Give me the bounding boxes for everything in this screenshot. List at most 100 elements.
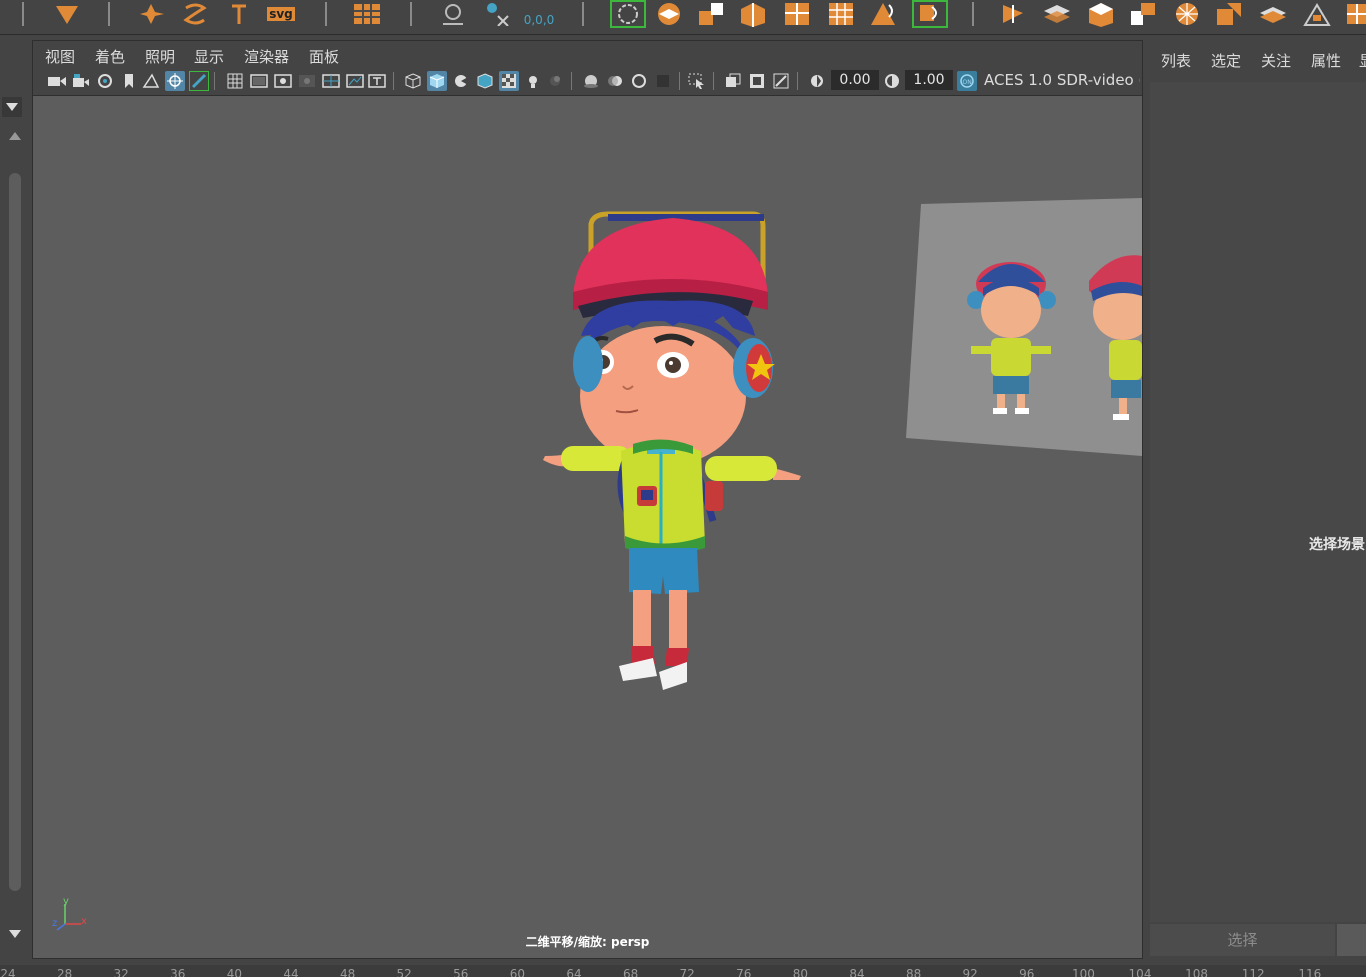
cluster-icon[interactable] xyxy=(136,0,166,28)
safe-action-icon[interactable] xyxy=(345,71,365,91)
ruler-tick-label: 28 xyxy=(56,967,73,977)
shelf-toolbar: svg 0,0,0 xyxy=(0,0,1366,35)
ruler-tick-label: 100 xyxy=(1071,967,1095,977)
anti-aliasing-icon[interactable] xyxy=(629,71,649,91)
menu-shading[interactable]: 着色 xyxy=(95,46,125,67)
boolean-icon[interactable] xyxy=(1086,0,1116,28)
bookmark-icon[interactable] xyxy=(119,71,139,91)
menu-renderer[interactable]: 渲染器 xyxy=(244,46,289,67)
bridge-icon[interactable] xyxy=(738,0,768,28)
textured-icon[interactable] xyxy=(499,71,519,91)
toolbar-separator xyxy=(393,72,394,90)
collapse-arrow-icon[interactable] xyxy=(2,97,22,117)
quad-draw-icon[interactable]: 0,0,0 xyxy=(524,0,555,28)
outliner-body[interactable]: 选择场景 xyxy=(1150,82,1366,922)
ambient-occlusion-icon[interactable] xyxy=(581,71,601,91)
menu-view[interactable]: 视图 xyxy=(45,46,75,67)
select-button[interactable]: 选择 xyxy=(1150,924,1335,956)
scroll-up-icon[interactable] xyxy=(9,125,21,144)
sphere-icon[interactable] xyxy=(1172,0,1202,28)
view-transform-dropdown[interactable]: ACES 1.0 SDR-video (s xyxy=(984,71,1140,89)
combine-icon[interactable] xyxy=(868,0,898,28)
field-chart-icon[interactable] xyxy=(321,71,341,91)
ruler-tick-label: 88 xyxy=(905,967,922,977)
ruler-tick-label: 80 xyxy=(792,967,809,977)
cube-icon[interactable] xyxy=(1214,0,1244,28)
cut-icon[interactable] xyxy=(482,0,512,28)
ruler-tick-label: 40 xyxy=(226,967,243,977)
use-default-material-icon[interactable] xyxy=(451,71,471,91)
select-camera-icon[interactable] xyxy=(47,71,67,91)
reference-image-plane[interactable] xyxy=(906,198,1153,456)
3d-viewport[interactable]: y x z xyxy=(33,96,1153,958)
isolate-select-icon[interactable] xyxy=(687,71,707,91)
soft-select-icon[interactable] xyxy=(438,0,468,28)
exposure-field[interactable]: 0.00 xyxy=(831,70,879,90)
toolbar-separator xyxy=(713,72,714,90)
menu-lighting[interactable]: 照明 xyxy=(145,46,175,67)
tab-selected[interactable]: 选定 xyxy=(1211,50,1241,71)
image-plane-icon[interactable] xyxy=(141,71,161,91)
xray-icon[interactable] xyxy=(723,71,743,91)
camera-attributes-icon[interactable] xyxy=(71,71,91,91)
film-gate-icon[interactable] xyxy=(249,71,269,91)
shelf-extra-icon[interactable] xyxy=(1342,0,1366,28)
ruler-tick-label: 52 xyxy=(396,967,412,977)
character-model[interactable] xyxy=(543,211,801,690)
motion-blur-icon[interactable] xyxy=(605,71,625,91)
merge-icon[interactable] xyxy=(826,0,856,28)
viewport-panel: 视图 着色 照明 显示 渲染器 面板 0.00 1.00 ON ACES 1.0… xyxy=(32,40,1153,959)
select-button-secondary[interactable] xyxy=(1337,924,1366,956)
select-cycle-icon[interactable] xyxy=(610,0,646,28)
ruler-tick-label: 76 xyxy=(736,967,752,977)
gamma-field[interactable]: 1.00 xyxy=(905,70,953,90)
viewport-menu-bar: 视图 着色 照明 显示 渲染器 面板 xyxy=(33,41,1142,67)
text-tool-icon[interactable] xyxy=(224,0,254,28)
lights-icon[interactable] xyxy=(523,71,543,91)
smooth-shade-icon[interactable] xyxy=(427,71,447,91)
smooth-icon[interactable] xyxy=(1042,0,1072,28)
gamma-icon[interactable] xyxy=(882,71,902,91)
wireframe-on-shaded-icon[interactable] xyxy=(475,71,495,91)
separate-icon[interactable] xyxy=(912,0,948,28)
grease-pencil-icon[interactable] xyxy=(189,71,209,91)
append-icon[interactable] xyxy=(782,0,812,28)
grid-fill-icon[interactable] xyxy=(352,0,382,28)
safe-title-icon[interactable] xyxy=(367,71,387,91)
scene-render xyxy=(56,198,1153,931)
time-ruler[interactable]: 24 28 32 36 40 44 48 52 56 60 64 68 72 76 80 84 88 92 96 10… xyxy=(0,965,1366,977)
left-scrollbar[interactable] xyxy=(9,173,21,891)
resolution-gate-icon[interactable] xyxy=(273,71,293,91)
curve-warp-icon[interactable] xyxy=(180,0,210,28)
ruler-tick-label: 64 xyxy=(566,967,582,977)
menu-panels[interactable]: 面板 xyxy=(309,46,339,67)
wireframe-icon[interactable] xyxy=(403,71,423,91)
shelf-separator xyxy=(325,2,327,26)
shadows-icon[interactable] xyxy=(545,71,565,91)
xray-components-icon[interactable] xyxy=(771,71,791,91)
triangulate-icon[interactable] xyxy=(1128,0,1158,28)
tab-focus[interactable]: 关注 xyxy=(1261,50,1291,71)
plane-icon[interactable] xyxy=(1258,0,1288,28)
color-management-toggle-icon[interactable]: ON xyxy=(957,71,977,91)
menu-show[interactable]: 显示 xyxy=(194,46,224,67)
grid-icon[interactable] xyxy=(225,71,245,91)
mirror-icon[interactable] xyxy=(998,0,1028,28)
tab-list[interactable]: 列表 xyxy=(1161,50,1191,71)
toolbar-separator xyxy=(214,72,215,90)
lattice-icon[interactable] xyxy=(52,0,82,28)
tab-attributes[interactable]: 属性 xyxy=(1311,50,1341,71)
tab-show[interactable]: 显 xyxy=(1359,50,1366,71)
camera-icon[interactable] xyxy=(1302,0,1332,28)
extrude-icon[interactable] xyxy=(696,0,726,28)
depth-of-field-icon[interactable] xyxy=(653,71,673,91)
scroll-down-icon[interactable] xyxy=(9,923,21,942)
axis-z-label: z xyxy=(52,918,58,929)
bookmark-camera-icon[interactable] xyxy=(95,71,115,91)
bevel-icon[interactable] xyxy=(654,0,684,28)
gate-mask-icon[interactable] xyxy=(297,71,317,91)
svg-tool-icon[interactable]: svg xyxy=(266,0,296,28)
exposure-icon[interactable] xyxy=(807,71,827,91)
2d-pan-zoom-icon[interactable] xyxy=(165,71,185,91)
xray-joints-icon[interactable] xyxy=(747,71,767,91)
